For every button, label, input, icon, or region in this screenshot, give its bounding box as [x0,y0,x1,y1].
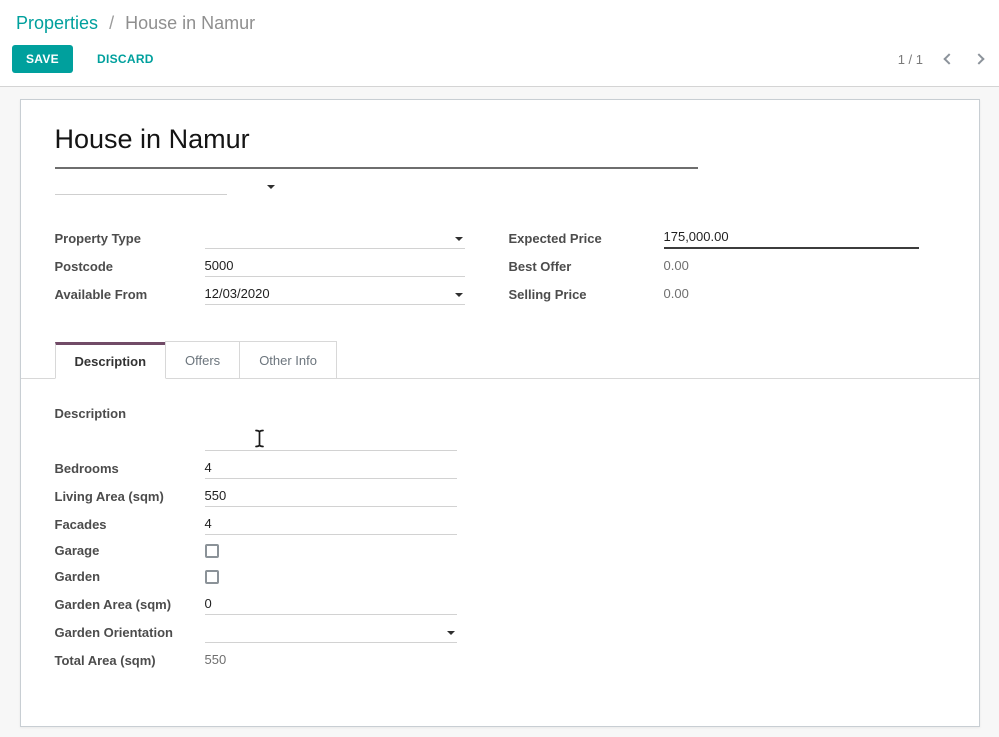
field-row-total-area: Total Area (sqm) 550 [55,643,457,671]
breadcrumb-link-properties[interactable]: Properties [16,13,98,33]
property-type-select[interactable] [205,230,465,249]
field-label: Expected Price [509,231,664,249]
main-fields-group: Property Type Postcode 5000 Available Fr… [21,195,979,305]
field-label: Available From [55,287,205,305]
form-buttons: SAVE DISCARD [12,45,162,73]
field-label: Garden Area (sqm) [55,597,205,615]
selling-price-value: 0.00 [664,286,919,305]
caret-down-icon [455,237,463,241]
right-field-column: Expected Price 175,000.00 Best Offer 0.0… [509,221,919,305]
tab-strip: Description Offers Other Info [21,341,979,379]
garden-area-input[interactable]: 0 [205,596,457,615]
field-label: Garage [55,543,205,561]
field-row-garage: Garage [55,535,457,561]
bedrooms-input[interactable]: 4 [205,460,457,479]
ibeam-cursor-icon [253,428,266,449]
field-row-bedrooms: Bedrooms 4 [55,451,457,479]
field-row-property-type: Property Type [55,221,465,249]
available-from-date-input[interactable]: 12/03/2020 [205,286,465,305]
discard-button[interactable]: DISCARD [89,45,162,73]
expected-price-input[interactable]: 175,000.00 [664,229,919,249]
field-label: Selling Price [509,287,664,305]
sheet-header: House in Namur [21,100,979,195]
tab-description[interactable]: Description [55,342,167,379]
field-label: Living Area (sqm) [55,489,205,507]
total-area-value: 550 [205,652,457,671]
caret-down-icon [455,293,463,297]
best-offer-value: 0.00 [664,258,919,277]
field-label: Postcode [55,259,205,277]
field-label: Best Offer [509,259,664,277]
left-field-column: Property Type Postcode 5000 Available Fr… [55,221,465,305]
field-label: Garden [55,569,205,587]
field-row-postcode: Postcode 5000 [55,249,465,277]
pager-value: 1 / 1 [898,52,923,67]
field-value: 12/03/2020 [205,286,270,301]
field-row-living-area: Living Area (sqm) 550 [55,479,457,507]
field-row-garden: Garden [55,561,457,587]
field-row-description: Description [55,405,457,451]
form-sheet: House in Namur Property Type Postcode 50… [20,99,980,727]
chevron-left-icon[interactable] [943,53,954,64]
living-area-input[interactable]: 550 [205,488,457,507]
caret-down-icon [447,631,455,635]
garden-orientation-select[interactable] [205,624,457,643]
field-row-available-from: Available From 12/03/2020 [55,277,465,305]
field-label: Property Type [55,231,205,249]
field-row-garden-area: Garden Area (sqm) 0 [55,587,457,615]
field-label: Garden Orientation [55,625,205,643]
control-panel: SAVE DISCARD 1 / 1 [0,43,999,87]
field-label: Description [55,405,205,424]
field-row-expected-price: Expected Price 175,000.00 [509,221,919,249]
field-row-facades: Facades 4 [55,507,457,535]
tags-select-field[interactable] [55,177,227,195]
breadcrumb-separator: / [109,13,114,33]
field-label: Facades [55,517,205,535]
garden-checkbox[interactable] [205,570,219,584]
field-row-garden-orientation: Garden Orientation [55,615,457,643]
caret-down-icon [267,185,275,189]
chevron-right-icon[interactable] [973,53,984,64]
field-row-best-offer: Best Offer 0.00 [509,249,919,277]
field-row-selling-price: Selling Price 0.00 [509,277,919,305]
facades-input[interactable]: 4 [205,516,457,535]
description-input[interactable] [205,432,457,451]
field-label: Bedrooms [55,461,205,479]
description-tab-content: Description Bedro [21,379,979,711]
save-button[interactable]: SAVE [12,45,73,73]
field-label: Total Area (sqm) [55,653,205,671]
postcode-input[interactable]: 5000 [205,258,465,277]
property-name-input[interactable]: House in Namur [55,124,698,169]
tab-other-info[interactable]: Other Info [239,341,337,378]
garage-checkbox[interactable] [205,544,219,558]
breadcrumb-current: House in Namur [125,13,255,33]
form-view-background: House in Namur Property Type Postcode 50… [0,87,999,737]
pager: 1 / 1 [898,52,983,67]
notebook: Description Offers Other Info Descriptio… [21,341,979,711]
breadcrumb: Properties / House in Namur [0,0,999,43]
tab-offers[interactable]: Offers [165,341,240,378]
